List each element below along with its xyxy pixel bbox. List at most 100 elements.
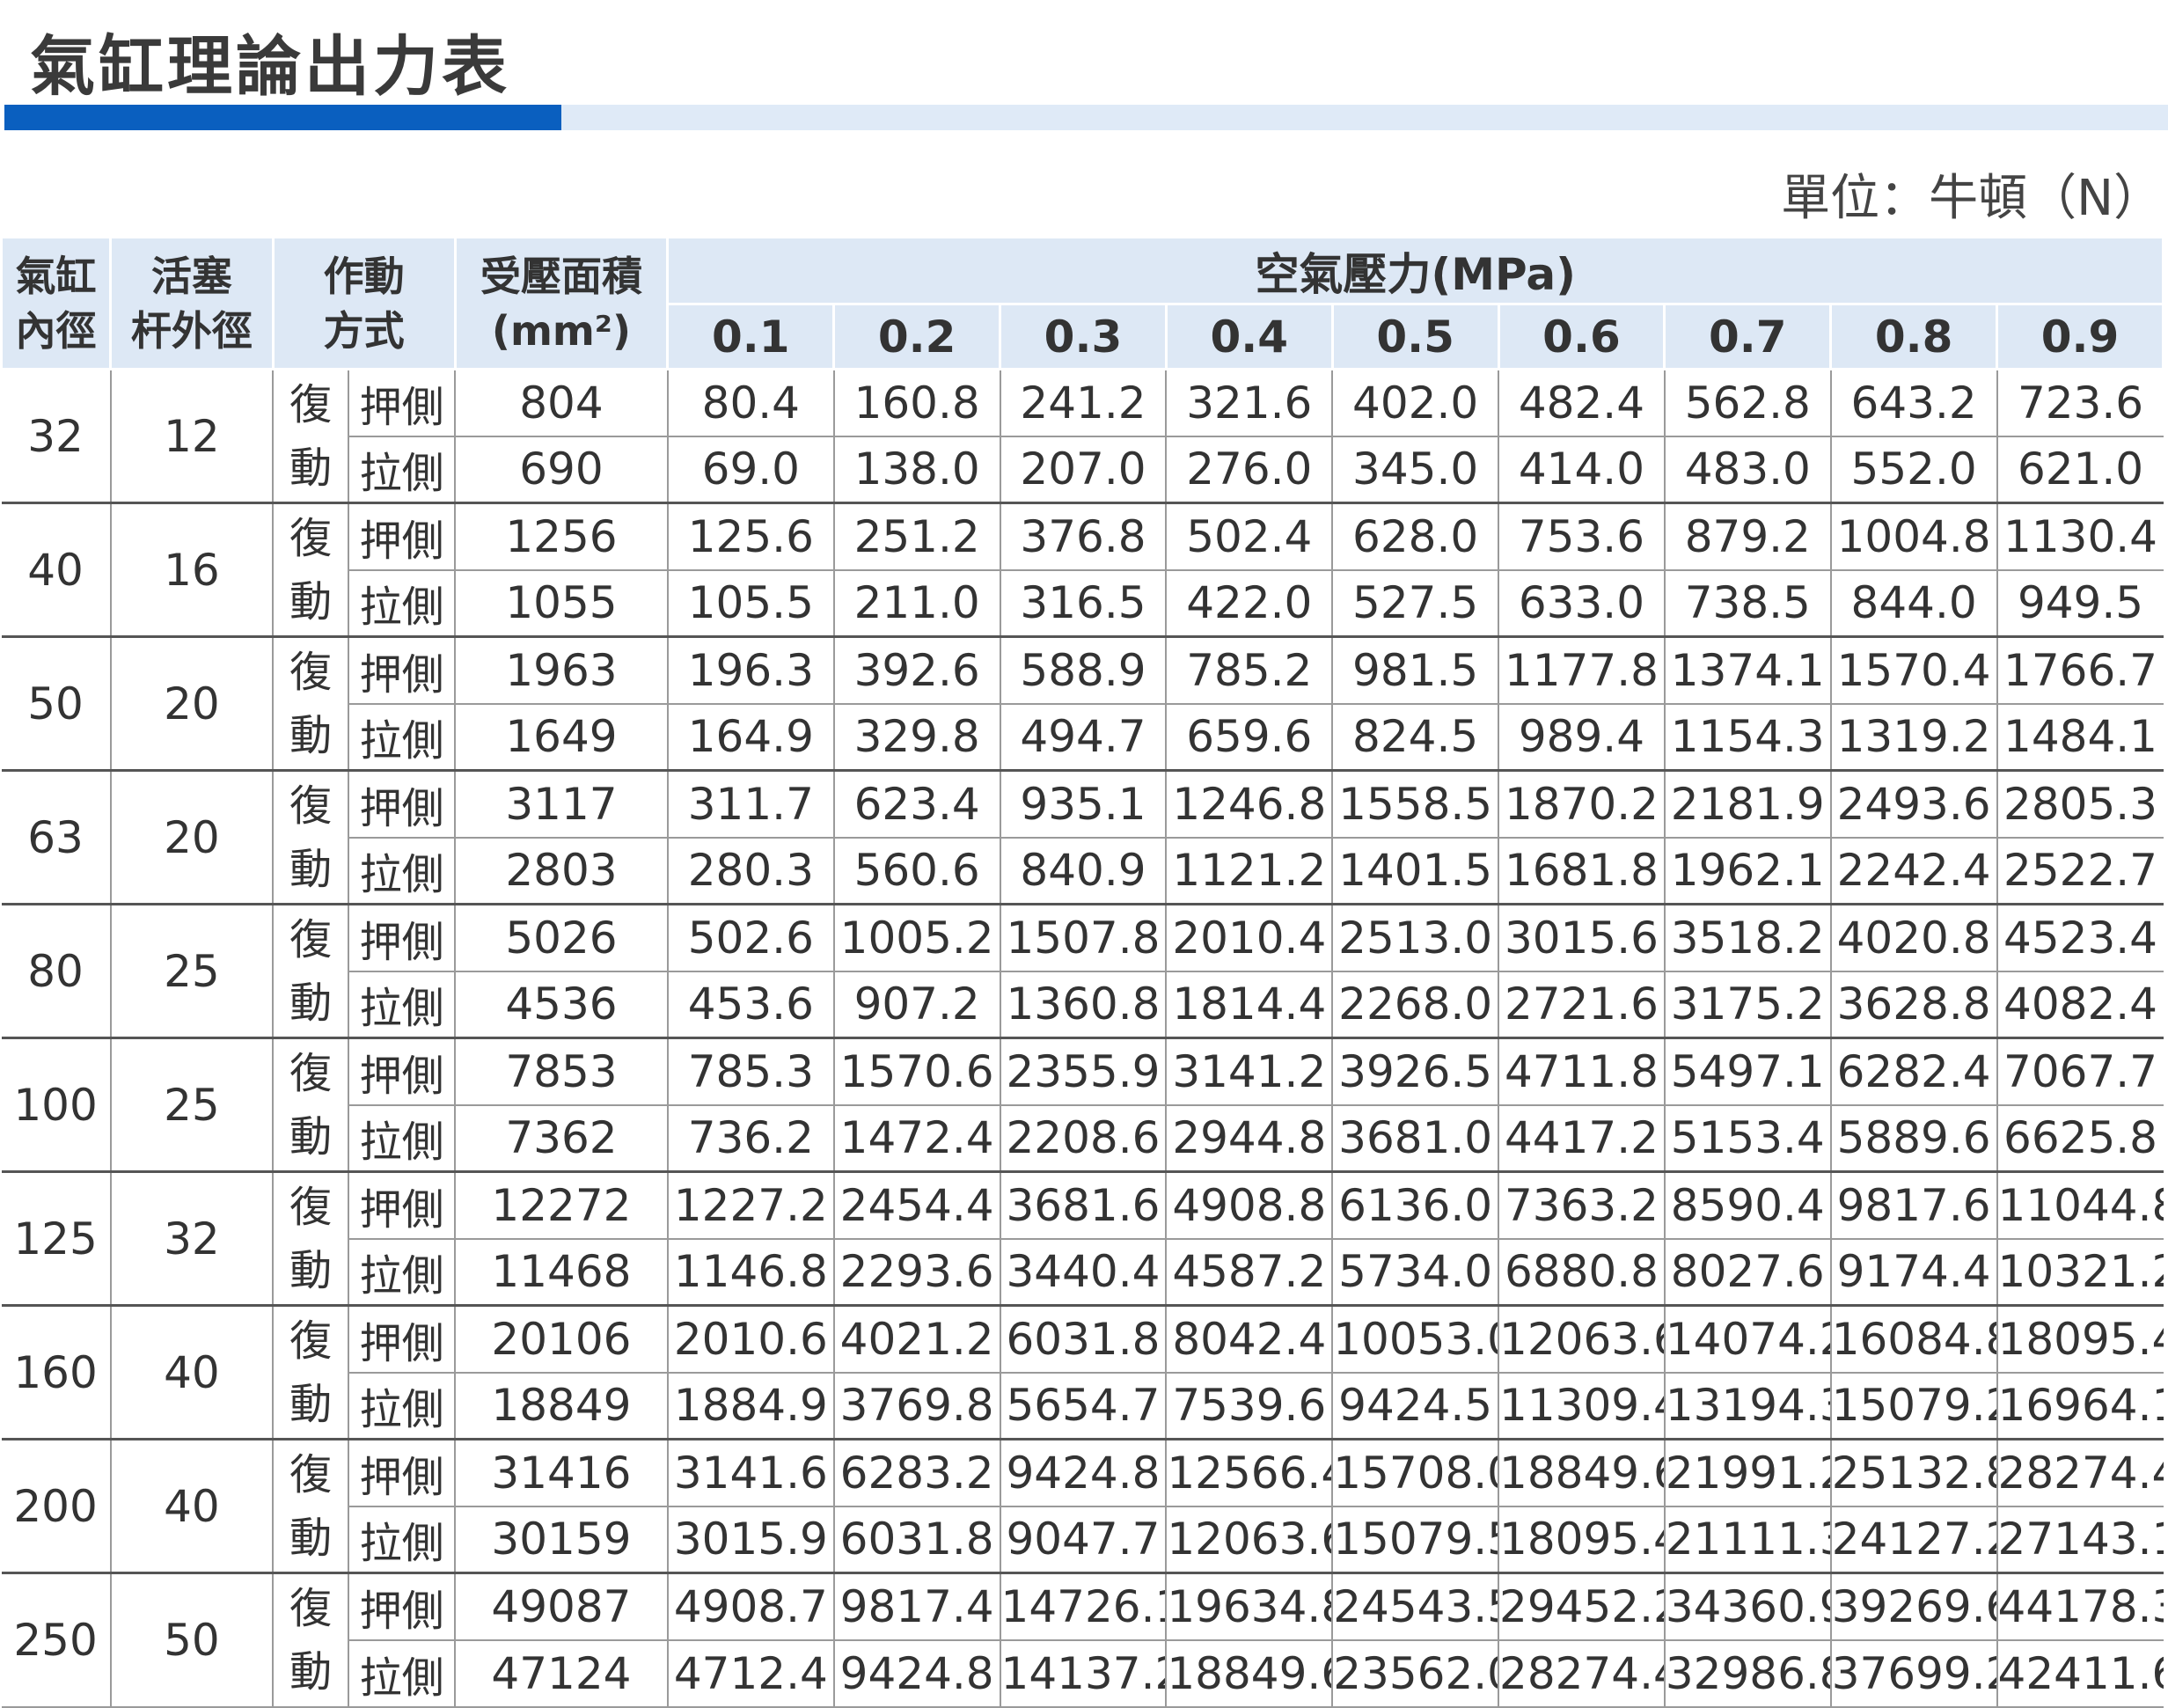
push-force-cell: 9817.6 bbox=[1829, 1170, 1998, 1240]
push-force-cell: 44178.3 bbox=[1996, 1572, 2164, 1641]
push-force-cell: 29452.2 bbox=[1498, 1572, 1666, 1641]
push-force-cell: 1558.5 bbox=[1331, 769, 1500, 839]
header-area-line2: (mm²) bbox=[491, 306, 631, 355]
push-force-cell: 392.6 bbox=[832, 635, 1001, 705]
pull-force-cell: 18849.6 bbox=[1165, 1638, 1334, 1708]
pull-force-cell: 276.0 bbox=[1165, 435, 1334, 504]
header-mode-line2: 方式 bbox=[323, 306, 405, 355]
pull-force-cell: 9424.8 bbox=[832, 1638, 1001, 1708]
pull-side-label: 拉側 bbox=[348, 1103, 457, 1173]
rod-cell: 40 bbox=[109, 1304, 275, 1440]
pull-side-label: 拉側 bbox=[348, 702, 457, 772]
pull-side-label: 拉側 bbox=[348, 1237, 457, 1307]
push-force-cell: 3141.6 bbox=[666, 1438, 835, 1507]
push-force-cell: 321.6 bbox=[1165, 368, 1334, 437]
push-side-label: 押側 bbox=[348, 1438, 457, 1507]
push-force-cell: 12063.6 bbox=[1498, 1304, 1666, 1374]
push-force-cell: 6282.4 bbox=[1829, 1037, 1998, 1106]
pull-force-cell: 138.0 bbox=[832, 435, 1001, 504]
pull-force-cell: 907.2 bbox=[832, 970, 1001, 1039]
mode-label-2: 動 bbox=[289, 1111, 333, 1162]
mode-label-1: 復 bbox=[289, 513, 333, 563]
pull-area-cell: 4536 bbox=[454, 970, 669, 1039]
push-force-cell: 39269.6 bbox=[1829, 1572, 1998, 1641]
table-row: 80 25 復動押側 5026 502.6 1005.2 1507.8 2010.4 2513.… bbox=[1, 903, 2164, 1039]
pull-force-cell: 28274.4 bbox=[1498, 1638, 1666, 1708]
push-force-cell: 562.8 bbox=[1663, 368, 1832, 437]
push-side-label: 押側 bbox=[348, 1304, 457, 1374]
pull-area-cell: 690 bbox=[454, 435, 669, 504]
pull-area-cell: 30159 bbox=[454, 1505, 669, 1574]
rod-cell: 20 bbox=[109, 635, 275, 772]
header-rod-line1: 活塞 bbox=[150, 252, 232, 300]
mode-cell: 復動 bbox=[272, 769, 350, 905]
push-area-cell: 3117 bbox=[454, 769, 669, 839]
bore-cell: 40 bbox=[1, 502, 112, 638]
push-force-cell: 1246.8 bbox=[1165, 769, 1334, 839]
mode-label-2: 動 bbox=[289, 844, 333, 894]
header-pressure-1: 0.2 bbox=[832, 303, 1002, 370]
pull-area-cell: 1055 bbox=[454, 568, 669, 638]
pull-area-cell: 11468 bbox=[454, 1237, 669, 1307]
pull-area-cell: 18849 bbox=[454, 1371, 669, 1440]
push-force-cell: 6136.0 bbox=[1331, 1170, 1500, 1240]
push-force-cell: 3141.2 bbox=[1165, 1037, 1334, 1106]
push-force-cell: 4020.8 bbox=[1829, 903, 1998, 972]
push-force-cell: 125.6 bbox=[666, 502, 835, 571]
pull-force-cell: 2293.6 bbox=[832, 1237, 1001, 1307]
push-area-cell: 20106 bbox=[454, 1304, 669, 1374]
pull-force-cell: 207.0 bbox=[999, 435, 1168, 504]
push-force-cell: 2454.4 bbox=[832, 1170, 1001, 1240]
pull-force-cell: 1884.9 bbox=[666, 1371, 835, 1440]
pull-force-cell: 2944.8 bbox=[1165, 1103, 1334, 1173]
push-force-cell: 14074.2 bbox=[1663, 1304, 1832, 1374]
push-force-cell: 935.1 bbox=[999, 769, 1168, 839]
push-force-cell: 1766.7 bbox=[1996, 635, 2164, 705]
push-area-cell: 49087 bbox=[454, 1572, 669, 1641]
push-force-cell: 1507.8 bbox=[999, 903, 1168, 972]
push-force-cell: 11044.8 bbox=[1996, 1170, 2164, 1240]
pull-force-cell: 1681.8 bbox=[1498, 836, 1666, 905]
push-area-cell: 5026 bbox=[454, 903, 669, 972]
push-force-cell: 14726.1 bbox=[999, 1572, 1168, 1641]
push-force-cell: 4908.7 bbox=[666, 1572, 835, 1641]
bore-cell: 32 bbox=[1, 368, 112, 504]
push-force-cell: 3926.5 bbox=[1331, 1037, 1500, 1106]
push-area-cell: 31416 bbox=[454, 1438, 669, 1507]
push-force-cell: 785.2 bbox=[1165, 635, 1334, 705]
pull-force-cell: 844.0 bbox=[1829, 568, 1998, 638]
pull-force-cell: 1360.8 bbox=[999, 970, 1168, 1039]
header-area-line1: 受壓面積 bbox=[480, 252, 642, 300]
pull-force-cell: 2208.6 bbox=[999, 1103, 1168, 1173]
pull-force-cell: 345.0 bbox=[1331, 435, 1500, 504]
pull-force-cell: 9424.5 bbox=[1331, 1371, 1500, 1440]
bore-cell: 250 bbox=[1, 1572, 112, 1708]
pull-force-cell: 3628.8 bbox=[1829, 970, 1998, 1039]
mode-label-1: 復 bbox=[289, 379, 333, 429]
push-force-cell: 9817.4 bbox=[832, 1572, 1001, 1641]
pull-force-cell: 21111.3 bbox=[1663, 1505, 1832, 1574]
push-side-label: 押側 bbox=[348, 769, 457, 839]
pull-force-cell: 316.5 bbox=[999, 568, 1168, 638]
push-force-cell: 753.6 bbox=[1498, 502, 1666, 571]
pull-force-cell: 422.0 bbox=[1165, 568, 1334, 638]
push-force-cell: 6283.2 bbox=[832, 1438, 1001, 1507]
table-row: 50 20 復動押側 1963 196.3 392.6 588.9 785.2 981.5 117… bbox=[1, 635, 2164, 772]
pull-force-cell: 2721.6 bbox=[1498, 970, 1666, 1039]
pull-force-cell: 24127.2 bbox=[1829, 1505, 1998, 1574]
pull-force-cell: 621.0 bbox=[1996, 435, 2164, 504]
push-force-cell: 16084.8 bbox=[1829, 1304, 1998, 1374]
push-force-cell: 402.0 bbox=[1331, 368, 1500, 437]
push-force-cell: 588.9 bbox=[999, 635, 1168, 705]
push-force-cell: 3015.6 bbox=[1498, 903, 1666, 972]
push-force-cell: 25132.8 bbox=[1829, 1438, 1998, 1507]
pull-force-cell: 13194.3 bbox=[1663, 1371, 1832, 1440]
table-row: 160 40 復動押側 20106 2010.6 4021.2 6031.8 8042.4 10… bbox=[1, 1304, 2164, 1440]
push-side-label: 押側 bbox=[348, 1037, 457, 1106]
pull-force-cell: 3440.4 bbox=[999, 1237, 1168, 1307]
mode-label-2: 動 bbox=[289, 1379, 333, 1429]
pull-force-cell: 2268.0 bbox=[1331, 970, 1500, 1039]
push-force-cell: 2493.6 bbox=[1829, 769, 1998, 839]
mode-label-2: 動 bbox=[289, 978, 333, 1028]
bore-cell: 50 bbox=[1, 635, 112, 772]
